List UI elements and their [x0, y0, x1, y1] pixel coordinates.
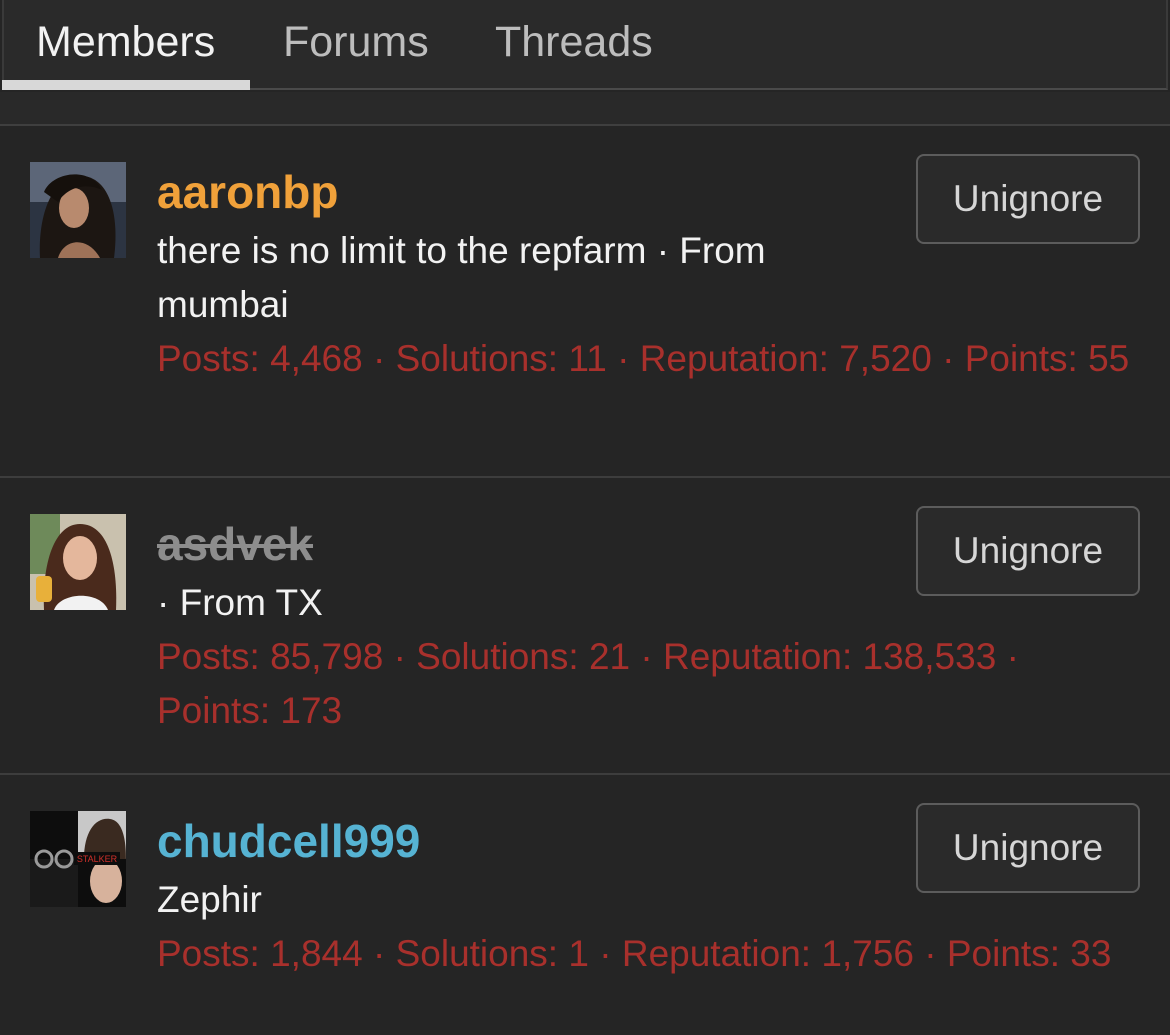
- tab-members[interactable]: Members: [36, 0, 215, 88]
- stat-separator: ·: [372, 933, 386, 974]
- points-value: 55: [1088, 338, 1130, 379]
- solutions-value: 1: [568, 933, 589, 974]
- unignore-button[interactable]: Unignore: [916, 154, 1140, 244]
- tab-forums[interactable]: Forums: [283, 0, 429, 88]
- stat-separator: ·: [617, 338, 630, 379]
- member-stats: Posts: 85,798 · Solutions: 21 · Reputati…: [157, 630, 1137, 738]
- stat-separator: ·: [372, 338, 386, 379]
- stat-separator: ·: [1006, 636, 1019, 677]
- points-label: Points:: [946, 933, 1060, 974]
- points-value: 33: [1070, 933, 1112, 974]
- member-description: Zephir: [157, 879, 262, 920]
- stat-separator: ·: [393, 636, 406, 677]
- member-description: · From TX: [157, 582, 323, 623]
- reputation-label: Reputation:: [639, 338, 829, 379]
- solutions-label: Solutions:: [395, 933, 559, 974]
- avatar-text: STALKER: [77, 854, 118, 864]
- posts-value: 85,798: [270, 636, 384, 677]
- reputation-label: Reputation:: [663, 636, 853, 677]
- posts-label: Posts:: [157, 636, 260, 677]
- solutions-value: 11: [568, 338, 607, 379]
- member-stats: Posts: 1,844 · Solutions: 1 · Reputation…: [157, 927, 1137, 981]
- points-label: Points:: [157, 690, 271, 731]
- posts-label: Posts:: [157, 933, 260, 974]
- active-tab-indicator: [2, 80, 250, 90]
- tab-threads[interactable]: Threads: [495, 0, 653, 88]
- avatar-image: [30, 162, 126, 258]
- unignore-button[interactable]: Unignore: [916, 506, 1140, 596]
- list-item: STALKER chudcell999 Zephir Posts: 1,844 …: [0, 775, 1170, 1035]
- member-description: there is no limit to the repfarm · From …: [157, 230, 766, 325]
- member-stats: Posts: 4,468 · Solutions: 11 · Reputatio…: [157, 332, 1137, 386]
- username[interactable]: asdvek: [157, 516, 313, 572]
- avatar[interactable]: STALKER: [30, 811, 126, 907]
- points-value: 173: [280, 690, 343, 731]
- posts-value: 1,844: [270, 933, 363, 974]
- posts-value: 4,468: [270, 338, 363, 379]
- reputation-label: Reputation:: [621, 933, 812, 974]
- username[interactable]: aaronbp: [157, 164, 338, 220]
- tab-bar-divider: [0, 92, 1170, 126]
- list-item: aaronbp there is no limit to the repfarm…: [0, 126, 1170, 478]
- reputation-value: 1,756: [821, 933, 914, 974]
- avatar[interactable]: [30, 162, 126, 258]
- stat-separator: ·: [599, 933, 612, 974]
- username[interactable]: chudcell999: [157, 813, 420, 869]
- list-item: asdvek · From TX Posts: 85,798 · Solutio…: [0, 478, 1170, 775]
- solutions-label: Solutions:: [395, 338, 559, 379]
- posts-label: Posts:: [157, 338, 260, 379]
- avatar-image: STALKER: [30, 811, 126, 907]
- solutions-value: 21: [588, 636, 631, 677]
- tab-bar: Members Forums Threads: [2, 0, 1168, 90]
- points-label: Points:: [964, 338, 1078, 379]
- stat-separator: ·: [942, 338, 955, 379]
- avatar-image: [30, 514, 126, 610]
- stat-separator: ·: [924, 933, 937, 974]
- unignore-button[interactable]: Unignore: [916, 803, 1140, 893]
- stat-separator: ·: [640, 636, 653, 677]
- avatar[interactable]: [30, 514, 126, 610]
- reputation-value: 7,520: [839, 338, 932, 379]
- reputation-value: 138,533: [862, 636, 997, 677]
- solutions-label: Solutions:: [416, 636, 579, 677]
